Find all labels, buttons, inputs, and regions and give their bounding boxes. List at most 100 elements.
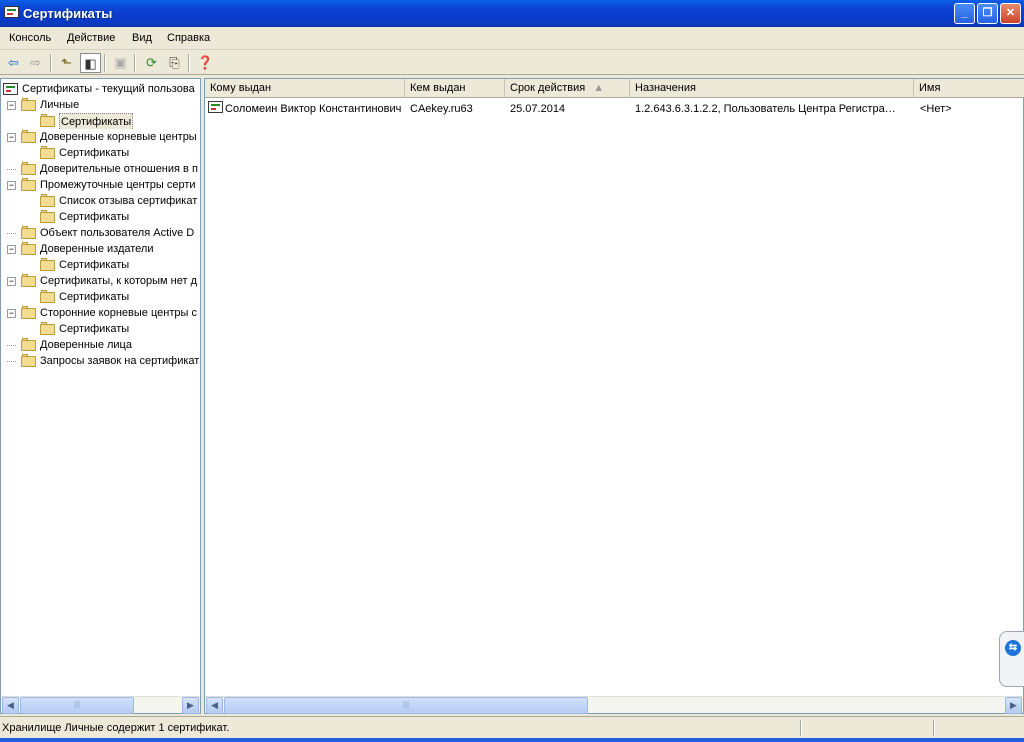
tree-node[interactable]: Доверенные лица (1, 337, 199, 353)
status-text: Хранилище Личные содержит 1 сертификат. (2, 722, 230, 734)
minimize-button[interactable]: _ (954, 3, 975, 24)
tree-node-label: Доверенные издатели (40, 243, 154, 255)
cell-purposes: 1.2.643.6.3.1.2.2, Пользователь Центра Р… (635, 103, 896, 115)
list-hscrollbar[interactable]: ◀ ||| ▶ (205, 696, 1023, 714)
export-list-icon[interactable]: ⎘ (164, 53, 185, 73)
column-expiration[interactable]: Срок действия ▲ (505, 79, 630, 98)
menu-view[interactable]: Вид (132, 32, 152, 44)
taskbar-edge (0, 738, 1024, 742)
tree-line (7, 341, 16, 346)
delete-icon[interactable]: ▣ (110, 53, 131, 73)
folder-icon (21, 354, 36, 367)
folder-icon (21, 162, 36, 175)
tree-node[interactable]: − Сертификаты, к которым нет д (1, 273, 199, 289)
scroll-left-arrow[interactable]: ◀ (206, 697, 223, 714)
scroll-left-arrow[interactable]: ◀ (2, 697, 19, 714)
tree-node[interactable]: − Доверенные корневые центры (1, 129, 199, 145)
tree-subnode[interactable]: Сертификаты (1, 209, 199, 225)
cell-issued-to: Соломеин Виктор Константинович (225, 103, 402, 115)
tree-subnode[interactable]: Сертификаты (1, 257, 199, 273)
toolbar: ⇦ ⇨ ⬑ ◧ ▣ ⟳ ⎘ ❓ (0, 51, 1024, 75)
status-divider (800, 720, 802, 736)
folder-icon (40, 258, 55, 271)
tree-line (7, 229, 16, 234)
up-folder-icon[interactable]: ⬑ (56, 53, 77, 73)
menu-action[interactable]: Действие (67, 32, 115, 44)
cell-name: <Нет> (920, 103, 952, 115)
mmc-window: Сертификаты _ ❐ ✕ Консоль Действие Вид С… (0, 0, 1024, 742)
scroll-thumb[interactable]: ||| (224, 697, 588, 714)
tree-node[interactable]: − Промежуточные центры серти (1, 177, 199, 193)
tree-node-label: Объект пользователя Active D (40, 227, 195, 239)
tree-node-label: Сертификаты (59, 113, 134, 129)
folder-icon (40, 210, 55, 223)
tree-subnode[interactable]: Сертификаты (1, 321, 199, 337)
open-folder-icon (40, 114, 55, 127)
folder-icon (21, 98, 36, 111)
collapse-icon[interactable]: − (7, 101, 16, 110)
refresh-icon[interactable]: ⟳ (141, 53, 162, 73)
collapse-icon[interactable]: − (7, 245, 16, 254)
folder-icon (21, 306, 36, 319)
tree-node-label: Список отзыва сертификат (59, 195, 198, 207)
cell-issued-by: CAekey.ru63 (410, 103, 473, 115)
folder-icon (21, 338, 36, 351)
close-button[interactable]: ✕ (1000, 3, 1021, 24)
collapse-icon[interactable]: − (7, 309, 16, 318)
toolbar-separator (50, 54, 52, 72)
folder-icon (40, 194, 55, 207)
folder-icon (21, 274, 36, 287)
status-divider (933, 720, 935, 736)
menu-console[interactable]: Консоль (9, 32, 51, 44)
tree-node[interactable]: Запросы заявок на сертификат (1, 353, 199, 369)
certificate-list[interactable]: Кому выдан Кем выдан Срок действия ▲ Назн… (204, 78, 1024, 714)
folder-icon (40, 146, 55, 159)
tree-node[interactable]: − Сторонние корневые центры с (1, 305, 199, 321)
tree-subnode[interactable]: Сертификаты (1, 289, 199, 305)
folder-icon (21, 226, 36, 239)
teamviewer-widget[interactable]: ⇆ (999, 631, 1024, 687)
column-issued-by[interactable]: Кем выдан (405, 79, 505, 98)
console-tree[interactable]: Сертификаты - текущий пользова − Личные Се… (0, 78, 201, 714)
tree-node-label: Доверительные отношения в п (40, 163, 198, 175)
window-title: Сертификаты (23, 6, 113, 21)
column-issued-to[interactable]: Кому выдан (205, 79, 405, 98)
tree-node-label: Сторонние корневые центры с (40, 307, 197, 319)
tree-node[interactable]: − Личные (1, 97, 199, 113)
certificate-icon (208, 101, 223, 113)
cell-expiration: 25.07.2014 (510, 103, 566, 115)
tree-hscrollbar[interactable]: ◀ ||| ▶ (1, 696, 200, 714)
restore-button[interactable]: ❐ (977, 3, 998, 24)
tree-node[interactable]: − Доверенные издатели (1, 241, 199, 257)
toolbar-separator (188, 54, 190, 72)
title-bar[interactable]: Сертификаты _ ❐ ✕ (0, 0, 1024, 27)
menu-help[interactable]: Справка (167, 32, 210, 44)
tree-subnode[interactable]: Сертификаты (1, 145, 199, 161)
column-name[interactable]: Имя (914, 79, 1024, 98)
certificates-snapin-icon (3, 83, 18, 95)
column-purposes[interactable]: Назначения (630, 79, 914, 98)
collapse-icon[interactable]: − (7, 277, 16, 286)
collapse-icon[interactable]: − (7, 181, 16, 190)
tree-node-label: Сертификаты (59, 291, 130, 303)
scroll-right-arrow[interactable]: ▶ (1005, 697, 1022, 714)
tree-line (7, 357, 16, 362)
forward-arrow-icon[interactable]: ⇨ (25, 53, 46, 73)
tree-node-label: Личные (40, 99, 80, 111)
tree-subnode[interactable]: Сертификаты (1, 113, 199, 129)
collapse-icon[interactable]: − (7, 133, 16, 142)
show-tree-icon[interactable]: ◧ (80, 53, 101, 73)
properties-help-icon[interactable]: ❓ (195, 53, 216, 73)
scroll-right-arrow[interactable]: ▶ (182, 697, 199, 714)
tree-node-label: Запросы заявок на сертификат (40, 355, 199, 367)
column-expiration-label: Срок действия (510, 82, 586, 94)
tree-node-label: Сертификаты (59, 147, 130, 159)
tree-node[interactable]: Доверительные отношения в п (1, 161, 199, 177)
tree-line (7, 165, 16, 170)
tree-subnode[interactable]: Список отзыва сертификат (1, 193, 199, 209)
tree-node[interactable]: Объект пользователя Active D (1, 225, 199, 241)
back-arrow-icon[interactable]: ⇦ (3, 53, 24, 73)
teamviewer-icon: ⇆ (1005, 640, 1021, 656)
scroll-thumb[interactable]: ||| (20, 697, 134, 714)
tree-root[interactable]: Сертификаты - текущий пользова (3, 81, 199, 97)
